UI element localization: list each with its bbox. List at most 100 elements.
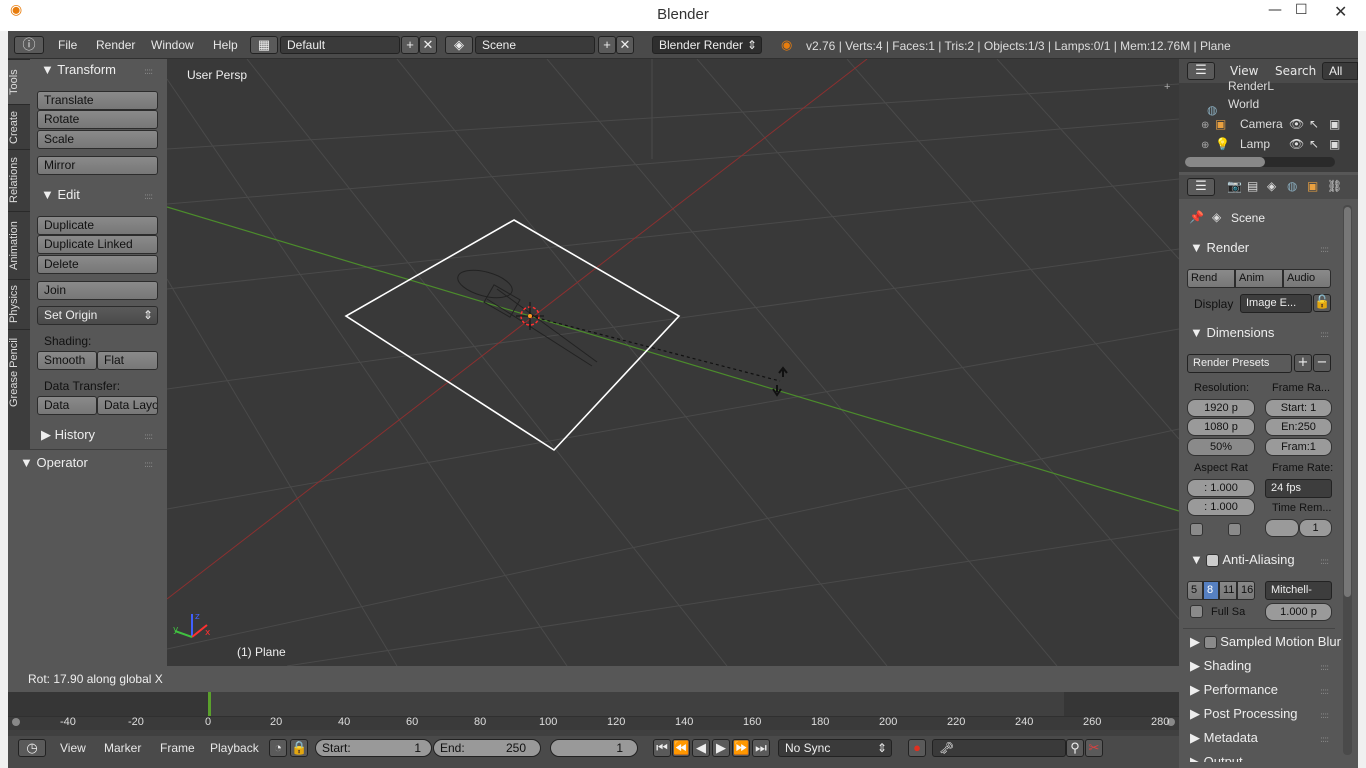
output-panel-header[interactable]: ▶ Output xyxy=(1190,754,1243,762)
3d-viewport[interactable]: z y x User Persp (1) Plane + xyxy=(167,59,1179,666)
menu-help[interactable]: Help xyxy=(213,38,238,52)
aa-samples-8-button[interactable]: 8 xyxy=(1203,581,1219,600)
delete-button[interactable]: Delete xyxy=(37,255,158,274)
crop-checkbox[interactable] xyxy=(1228,523,1241,536)
shading-panel-header[interactable]: ▶ Shading xyxy=(1190,658,1251,674)
screen-layout-field[interactable]: Default xyxy=(280,36,400,54)
render-panel-header[interactable]: ▼ Render xyxy=(1190,240,1249,255)
tab-tools[interactable]: Tools xyxy=(8,59,30,104)
remove-layout-icon[interactable]: ✕ xyxy=(419,36,437,54)
remove-preset-icon[interactable]: − xyxy=(1313,354,1331,372)
record-icon[interactable]: ● xyxy=(908,739,926,757)
outliner-menu-search[interactable]: Search xyxy=(1275,64,1316,78)
drag-handle-icon[interactable]: :::: xyxy=(1320,735,1329,745)
drag-handle-icon[interactable]: :::: xyxy=(144,432,153,442)
history-panel-header[interactable]: ▶ History xyxy=(41,427,95,443)
operator-panel-header[interactable]: ▼ Operator xyxy=(20,455,88,470)
aspect-x-field[interactable]: : 1.000 xyxy=(1187,479,1255,497)
add-layout-icon[interactable]: + xyxy=(401,36,419,54)
keying-set-field[interactable]: 🗝 xyxy=(932,739,1066,757)
jump-end-icon[interactable]: ⏭ xyxy=(752,739,770,757)
menu-playback[interactable]: Playback xyxy=(210,741,259,755)
border-checkbox[interactable] xyxy=(1190,523,1203,536)
drag-handle-icon[interactable]: :::: xyxy=(144,67,153,77)
metadata-panel-header[interactable]: ▶ Metadata xyxy=(1190,730,1258,746)
render-engine-dropdown[interactable]: Blender Render ⇕ xyxy=(652,36,762,54)
aa-samples-5-button[interactable]: 5 xyxy=(1187,581,1203,600)
menu-frame[interactable]: Frame xyxy=(160,741,195,755)
render-tab-icon[interactable]: 📷 xyxy=(1227,179,1242,193)
outliner-item-camera[interactable]: Camera xyxy=(1240,117,1283,131)
frame-step-field[interactable]: Fram:1 xyxy=(1265,438,1332,456)
frame-rate-dropdown[interactable]: 24 fps xyxy=(1265,479,1332,498)
jump-keyframe-back-icon[interactable]: ⏪ xyxy=(672,739,690,757)
anti-aliasing-checkbox[interactable] xyxy=(1206,554,1220,568)
drag-handle-icon[interactable]: :::: xyxy=(144,192,153,202)
menu-file[interactable]: File xyxy=(58,38,77,52)
lock-interface-icon[interactable]: 🔓 xyxy=(1313,294,1331,312)
constraints-tab-icon[interactable]: ⛓ xyxy=(1327,179,1342,193)
outliner-item-lamp[interactable]: Lamp xyxy=(1240,137,1270,151)
sampled-motion-blur-panel-header[interactable]: ▶ Sampled Motion Blur xyxy=(1190,634,1341,650)
scrollbar-thumb[interactable] xyxy=(1344,207,1351,597)
smooth-button[interactable]: Smooth xyxy=(37,351,97,370)
outliner-h-scrollbar[interactable] xyxy=(1185,157,1335,167)
drag-handle-icon[interactable]: :::: xyxy=(1320,330,1329,340)
lock-range-icon[interactable]: 🔒 xyxy=(290,739,308,757)
layout-grid-icon[interactable]: ▦ xyxy=(250,36,278,54)
display-mode-dropdown[interactable]: All Sc xyxy=(1322,62,1358,80)
renderable-camera-icon[interactable]: ▣ xyxy=(1329,117,1340,131)
display-mode-dropdown[interactable]: Image E... xyxy=(1240,294,1312,313)
anti-aliasing-panel-header[interactable]: ▼ Anti-Aliasing xyxy=(1190,552,1295,568)
frame-end-field[interactable]: En:250 xyxy=(1265,418,1332,436)
frame-start-field[interactable]: Start: 1 xyxy=(1265,399,1332,417)
preview-range-icon[interactable]: ◔ xyxy=(269,739,287,757)
motion-blur-checkbox[interactable] xyxy=(1203,636,1217,650)
aa-filter-size-field[interactable]: 1.000 p xyxy=(1265,603,1332,621)
selectable-cursor-icon[interactable]: ↖ xyxy=(1309,137,1319,151)
scene-icon[interactable]: ◈ xyxy=(445,36,473,54)
render-audio-button[interactable]: Audio xyxy=(1283,269,1331,288)
tab-relations[interactable]: Relations xyxy=(8,149,30,211)
menu-window[interactable]: Window xyxy=(151,38,194,52)
aspect-y-field[interactable]: : 1.000 xyxy=(1187,498,1255,516)
flat-button[interactable]: Flat xyxy=(97,351,158,370)
play-icon[interactable]: ▶ xyxy=(712,739,730,757)
drag-handle-icon[interactable]: :::: xyxy=(1320,711,1329,721)
drag-handle-icon[interactable]: :::: xyxy=(144,460,153,470)
render-animation-button[interactable]: Anim xyxy=(1235,269,1283,288)
join-button[interactable]: Join xyxy=(37,281,158,300)
properties-scrollbar[interactable] xyxy=(1343,205,1352,755)
edit-panel-header[interactable]: ▼ Edit xyxy=(41,187,80,202)
expand-icon[interactable]: ⊕ xyxy=(1201,120,1209,131)
delete-keyframe-icon[interactable]: ✂ xyxy=(1085,739,1103,757)
drag-handle-icon[interactable]: :::: xyxy=(1320,557,1329,567)
current-frame-field[interactable]: 1 xyxy=(550,739,638,757)
insert-keyframe-icon[interactable]: ⚲ xyxy=(1066,739,1084,757)
time-remap-new-field[interactable]: 1 xyxy=(1299,519,1332,537)
current-frame-marker[interactable] xyxy=(208,692,211,716)
menu-render[interactable]: Render xyxy=(96,38,135,52)
menu-marker[interactable]: Marker xyxy=(104,741,141,755)
editor-type-clock-icon[interactable]: ◷ xyxy=(18,739,46,757)
render-still-button[interactable]: Rend xyxy=(1187,269,1235,288)
remove-scene-icon[interactable]: ✕ xyxy=(616,36,634,54)
object-tab-icon[interactable]: ▣ xyxy=(1307,179,1318,193)
tab-grease-pencil[interactable]: Grease Pencil xyxy=(8,329,30,414)
editor-type-info-icon[interactable]: ⓘ xyxy=(14,36,44,54)
performance-panel-header[interactable]: ▶ Performance xyxy=(1190,682,1278,698)
drag-handle-icon[interactable]: :::: xyxy=(1320,663,1329,673)
editor-type-properties-icon[interactable]: ☰ xyxy=(1187,178,1215,196)
resolution-percent-slider[interactable]: 50% xyxy=(1187,438,1255,456)
add-scene-icon[interactable]: + xyxy=(598,36,616,54)
tab-animation[interactable]: Animation xyxy=(8,211,30,279)
scrollbar-thumb[interactable] xyxy=(1185,157,1265,167)
visibility-eye-icon[interactable]: 👁 xyxy=(1289,137,1304,151)
menu-view[interactable]: View xyxy=(60,741,86,755)
start-frame-field[interactable]: Start: 1 xyxy=(315,739,432,757)
mirror-button[interactable]: Mirror xyxy=(37,156,158,175)
jump-start-icon[interactable]: ⏮ xyxy=(653,739,671,757)
expand-icon[interactable]: ⊕ xyxy=(1201,140,1209,151)
full-sample-checkbox[interactable] xyxy=(1190,605,1203,618)
selectable-cursor-icon[interactable]: ↖ xyxy=(1309,117,1319,131)
